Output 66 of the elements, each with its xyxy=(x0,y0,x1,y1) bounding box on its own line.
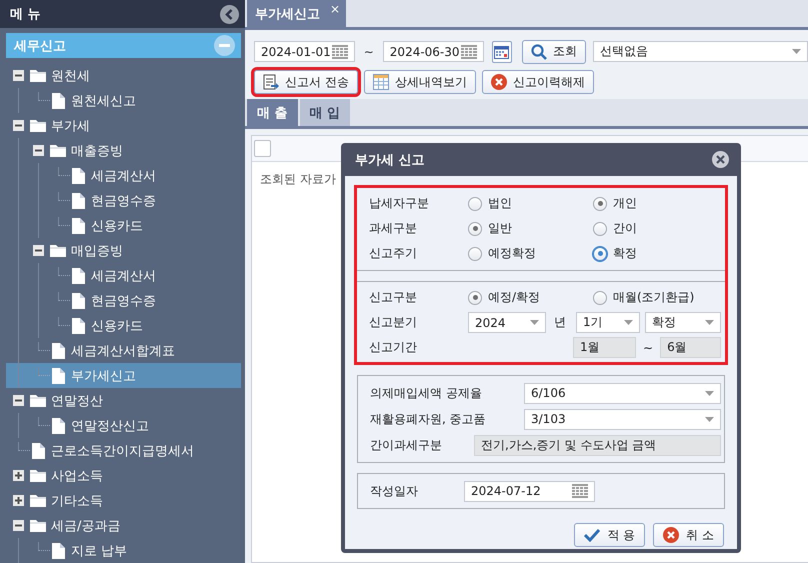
field-label: 작성일자 xyxy=(370,482,419,500)
cancel-button[interactable]: 취 소 xyxy=(653,523,724,547)
action-button[interactable]: 상세내역보기 xyxy=(364,70,476,94)
period-start-field: 1월 xyxy=(573,337,636,358)
type-select[interactable]: 확정 xyxy=(645,312,721,333)
tree-item[interactable]: 세금계산서 xyxy=(6,263,241,288)
tree-item[interactable]: 매입증빙 xyxy=(6,238,241,263)
tree-item[interactable]: 매출증빙 xyxy=(6,138,241,163)
year-select[interactable]: 2024 xyxy=(468,312,546,333)
field-label: 재활용폐자원, 중고품 xyxy=(370,410,487,428)
rate-select[interactable]: 3/103 xyxy=(524,408,721,430)
field-label: 의제매입세액 공제율 xyxy=(370,384,483,402)
tree-item[interactable]: 신용카드 xyxy=(6,313,241,338)
range-separator: ~ xyxy=(643,340,654,354)
action-button[interactable]: 신고이력해제 xyxy=(482,70,594,94)
radio-label: 간이 xyxy=(613,220,637,237)
field-label: 신고주기 xyxy=(369,245,418,262)
search-button[interactable]: 조회 xyxy=(522,40,586,64)
tree-item[interactable]: 근로소득간이지급명세서 xyxy=(6,438,241,463)
tree-item[interactable]: 신용카드 xyxy=(6,213,241,238)
tree-item[interactable]: 지로 납부 xyxy=(6,538,241,563)
tree-item[interactable]: 기타소득 xyxy=(6,488,241,513)
date-field[interactable]: 2024-01-01 xyxy=(254,41,355,62)
tree-item[interactable]: 세금계산서합계표 xyxy=(6,338,241,363)
field-label: 신고기간 xyxy=(369,339,418,356)
tab[interactable]: 매 출 xyxy=(247,99,298,126)
radio-label: 개인 xyxy=(613,195,637,212)
field-label: 납세자구분 xyxy=(369,195,430,212)
date-field[interactable]: 2024-07-12 xyxy=(464,480,595,502)
menu-title: 메 뉴 xyxy=(10,6,41,23)
radio-label: 예정확정 xyxy=(488,245,536,262)
tab[interactable]: 부가세신고 × xyxy=(247,0,346,27)
period-end-field: 6월 xyxy=(660,337,722,358)
radio-label: 매월(조기환급) xyxy=(613,289,694,306)
tree-item[interactable]: 세금/공과금 xyxy=(6,513,241,538)
field-label: 과세구분 xyxy=(369,220,418,237)
tab[interactable]: 매 입 xyxy=(300,99,350,126)
field-label: 신고구분 xyxy=(369,289,418,306)
period-select[interactable]: 1기 xyxy=(576,312,640,333)
action-button[interactable]: 신고서 전송 xyxy=(254,70,358,94)
tree-item[interactable]: 사업소득 xyxy=(6,463,241,488)
unit-label: 년 xyxy=(554,314,566,331)
field-label: 간이과세구분 xyxy=(370,436,443,454)
radio-label: 확정 xyxy=(613,245,637,262)
tree-item[interactable]: 세금계산서 xyxy=(6,163,241,188)
apply-button[interactable]: 적 용 xyxy=(574,523,646,547)
radio-label: 예정/확정 xyxy=(488,289,540,306)
tree-item[interactable]: 부가세 xyxy=(6,113,241,138)
range-separator: ~ xyxy=(364,44,374,58)
tree-item[interactable]: 원천세 xyxy=(6,63,241,88)
tree-item[interactable]: 연말정산 xyxy=(6,388,241,413)
tree-item[interactable]: 연말정산신고 xyxy=(6,413,241,438)
readonly-field: 전기,가스,증기 및 수도사업 금액 xyxy=(474,434,721,456)
date-field[interactable]: 2024-06-30 xyxy=(382,41,484,62)
tree-item[interactable]: 원천세신고 xyxy=(6,88,241,113)
field-label: 신고분기 xyxy=(369,314,418,331)
dialog-title: 부가세 신고 xyxy=(355,152,425,168)
filter-select[interactable]: 선택없음 xyxy=(592,41,808,62)
tree-item[interactable]: 현금영수증 xyxy=(6,188,241,213)
tree-item[interactable]: 부가세신고 xyxy=(6,363,241,388)
tree-item[interactable]: 현금영수증 xyxy=(6,288,241,313)
radio-label: 일반 xyxy=(488,220,512,237)
radio-label: 법인 xyxy=(488,195,512,212)
rate-select[interactable]: 6/106 xyxy=(524,382,721,404)
close-tab-button[interactable]: × xyxy=(330,2,340,16)
empty-message: 조회된 자료가 xyxy=(259,171,337,188)
